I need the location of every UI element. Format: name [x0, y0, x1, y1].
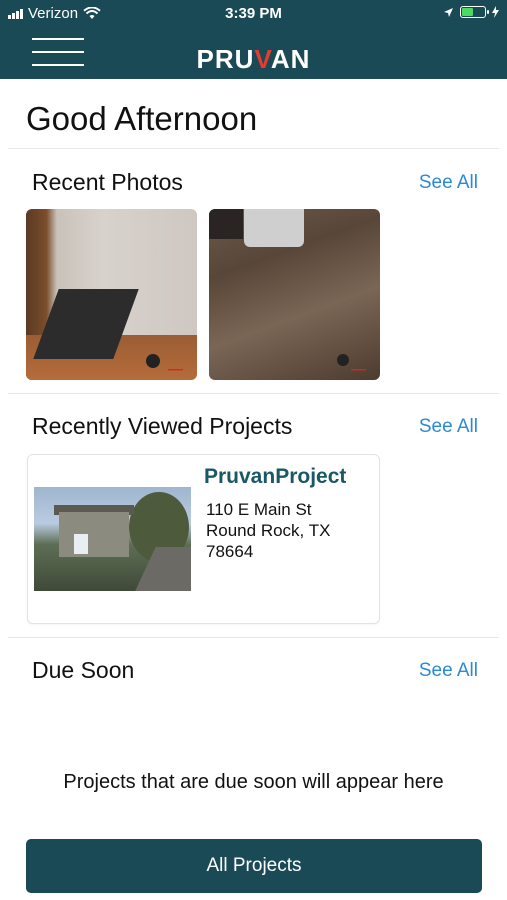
- due-soon-empty-message: Projects that are due soon will appear h…: [63, 771, 444, 793]
- divider: [8, 637, 499, 638]
- app-header: Verizon 3:39 PM PRUVAN: [0, 0, 507, 79]
- photo-laptop: [244, 209, 304, 247]
- recent-photo-2[interactable]: ▬▬▬▬▬: [209, 209, 380, 380]
- divider: [8, 148, 499, 149]
- recent-photos-see-all-link[interactable]: See All: [419, 172, 478, 194]
- divider: [8, 393, 499, 394]
- due-soon-title: Due Soon: [32, 657, 135, 683]
- logo-part-2: AN: [270, 44, 311, 74]
- app-logo: PRUVAN: [0, 44, 507, 75]
- thumb-house: [59, 512, 129, 557]
- due-soon-see-all-link[interactable]: See All: [419, 660, 478, 682]
- all-projects-button[interactable]: All Projects: [26, 839, 482, 893]
- status-time: 3:39 PM: [225, 5, 282, 22]
- project-card[interactable]: PruvanProject 110 E Main St Round Rock, …: [27, 454, 380, 624]
- status-bar: Verizon 3:39 PM: [0, 0, 507, 28]
- project-address-line-3: 78664: [206, 542, 254, 561]
- project-thumbnail: [34, 487, 191, 591]
- photo-detail: [146, 354, 160, 368]
- photo-timestamp-mark: ▬▬▬▬▬: [167, 367, 183, 373]
- photo-dark-corner: [209, 209, 243, 239]
- photo-detail: [337, 354, 349, 366]
- project-name: PruvanProject: [204, 465, 347, 488]
- greeting-title: Good Afternoon: [26, 100, 258, 137]
- recent-projects-see-all-link[interactable]: See All: [419, 416, 478, 438]
- status-right: [443, 6, 499, 18]
- battery-icon: [460, 6, 489, 18]
- location-icon: [444, 7, 453, 17]
- recent-photos-title: Recent Photos: [32, 169, 183, 195]
- photo-timestamp-mark: ▬▬▬▬▬: [350, 367, 366, 373]
- logo-part-v: V: [254, 44, 271, 74]
- recent-photo-1[interactable]: ▬▬▬▬▬: [26, 209, 197, 380]
- recent-projects-title: Recently Viewed Projects: [32, 413, 293, 439]
- logo-part-1: PRU: [196, 44, 255, 74]
- charging-icon: [492, 6, 499, 18]
- project-address-line-1: 110 E Main St: [206, 500, 312, 519]
- project-address-line-2: Round Rock, TX: [206, 521, 331, 540]
- thumb-door: [74, 534, 88, 554]
